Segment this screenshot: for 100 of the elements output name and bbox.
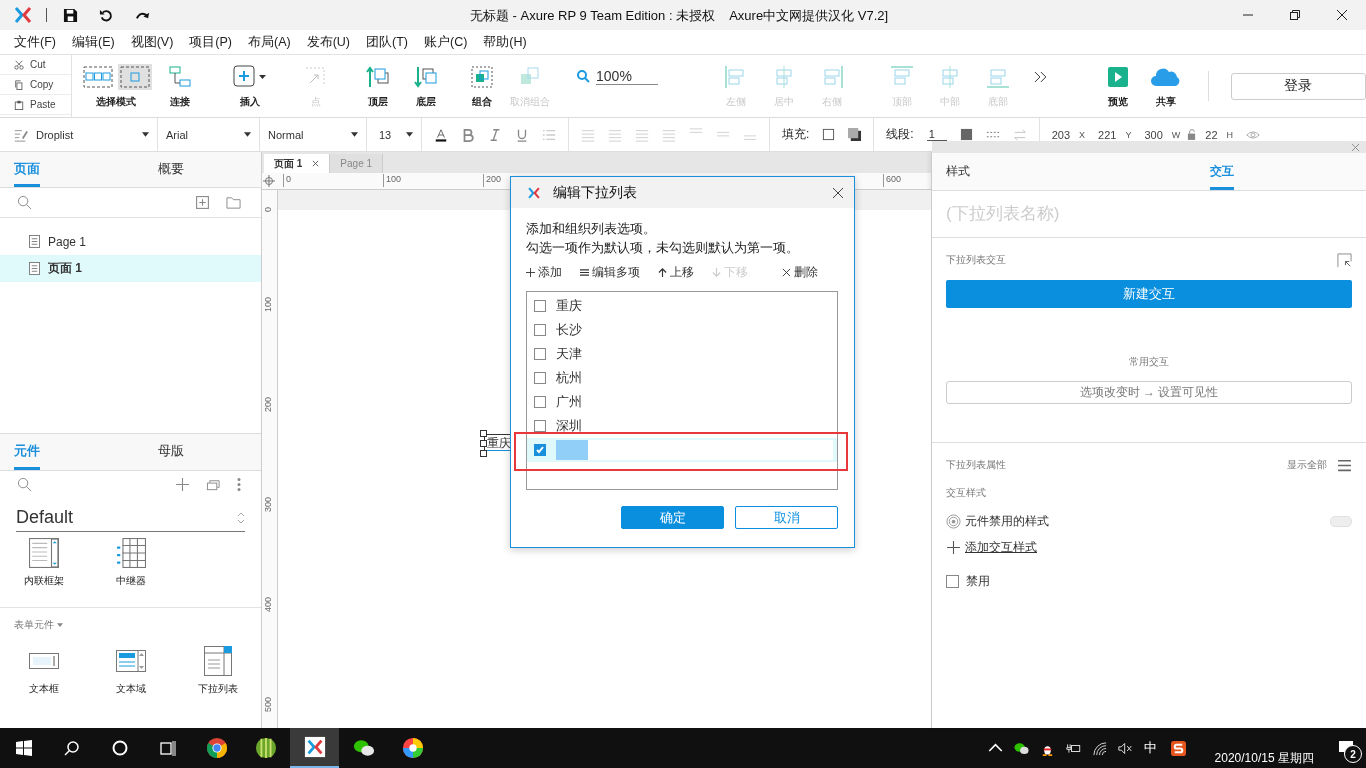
panel-tab[interactable]: 母版	[144, 434, 198, 470]
multi-box-select-icon[interactable]	[80, 63, 115, 90]
font-style-dropdown[interactable]: Normal	[268, 128, 343, 141]
option-checkbox[interactable]	[534, 420, 546, 432]
menu-item[interactable]: 文件(F)	[14, 33, 56, 51]
list-action-button[interactable]: 删除	[782, 264, 818, 281]
common-interaction-button[interactable]: 选项改变时 → 设置可见性	[946, 381, 1352, 404]
box-select-icon[interactable]	[117, 63, 152, 90]
option-checkbox[interactable]	[534, 372, 546, 384]
menu-item[interactable]: 账户(C)	[424, 33, 468, 51]
option-text[interactable]: 天津	[556, 345, 582, 363]
line-color-swatch[interactable]	[959, 128, 973, 141]
add-icon[interactable]	[946, 539, 961, 555]
toolbar-button[interactable]: 组合	[462, 63, 503, 109]
library-icon[interactable]	[206, 477, 221, 493]
toolbar-button[interactable]: 底层	[406, 63, 447, 109]
menu-item[interactable]: 发布(U)	[306, 33, 350, 51]
toolbar-button[interactable]: 连接	[160, 63, 201, 109]
add-page-icon[interactable]	[195, 195, 210, 211]
windows-start-icon[interactable]	[16, 740, 32, 756]
folder-icon[interactable]	[226, 195, 241, 211]
s-logo-icon[interactable]	[1170, 740, 1186, 756]
font-size-dropdown[interactable]: 13	[379, 128, 398, 141]
geometry-field[interactable]: 22	[1205, 128, 1218, 141]
notification-button[interactable]: 2	[1326, 728, 1366, 768]
geometry-field[interactable]: 300	[1144, 128, 1163, 141]
more-options-icon[interactable]	[237, 477, 241, 493]
task-view-icon[interactable]	[160, 740, 176, 756]
wifi-icon[interactable]	[1091, 740, 1107, 756]
geometry-field[interactable]: 203	[1051, 128, 1071, 141]
page-item[interactable]: Page 1	[0, 228, 261, 256]
document-tab[interactable]: 页面 1	[264, 154, 331, 173]
restore-icon[interactable]	[1289, 9, 1301, 21]
chat-bubbles-icon[interactable]	[1013, 740, 1029, 756]
option-input[interactable]	[556, 440, 833, 460]
fill-color-swatch[interactable]	[822, 128, 836, 141]
font-dropdown[interactable]: Arial	[166, 128, 236, 141]
toolbar-button[interactable]: 插入	[230, 63, 271, 109]
search-icon[interactable]	[64, 740, 80, 756]
option-text[interactable]: 杭州	[556, 369, 582, 387]
cancel-button[interactable]: 取消	[735, 506, 838, 529]
option-checkbox[interactable]	[534, 348, 546, 360]
menu-item[interactable]: 编辑(E)	[71, 33, 115, 51]
login-button[interactable]: 登录	[1230, 72, 1366, 100]
taskbar-date[interactable]: 2020/10/15 星期四	[1214, 749, 1314, 767]
list-action-button[interactable]: 编辑多项	[580, 264, 640, 281]
toggle-switch[interactable]	[1330, 515, 1352, 527]
option-text[interactable]: 深圳	[556, 417, 582, 435]
close-icon[interactable]	[1336, 9, 1348, 21]
add-icon[interactable]	[175, 477, 190, 493]
close-icon[interactable]	[832, 186, 844, 199]
cortana-icon[interactable]	[112, 740, 128, 756]
option-checkbox[interactable]	[534, 444, 546, 456]
toolbar-button[interactable]: 共享	[1145, 63, 1186, 109]
clipboard-button[interactable]: Paste	[0, 95, 72, 115]
collapse-icon[interactable]	[1337, 252, 1352, 268]
toolbar-button[interactable]: 预览	[1097, 63, 1138, 109]
page-item[interactable]: 页面 1	[0, 255, 261, 283]
widget-type-dropdown[interactable]: Droplist	[36, 128, 134, 141]
menu-item[interactable]: 团队(T)	[366, 33, 408, 51]
menu-item[interactable]: 视图(V)	[130, 33, 174, 51]
section-heading[interactable]: 表单元件	[14, 617, 54, 632]
underline-icon[interactable]	[515, 127, 529, 142]
inline-frame-icon[interactable]	[28, 538, 59, 569]
new-interaction-button[interactable]: 新建交互	[946, 280, 1352, 308]
menu-item[interactable]: 帮助(H)	[483, 33, 527, 51]
undo-icon[interactable]	[99, 7, 114, 23]
list-action-button[interactable]: 上移	[658, 264, 694, 281]
lock-icon[interactable]	[1187, 129, 1197, 140]
option-checkbox[interactable]	[534, 396, 546, 408]
clipboard-button[interactable]: Cut	[0, 55, 72, 75]
input-method-indicator[interactable]: 中	[1143, 739, 1157, 757]
panel-tab[interactable]: 概要	[144, 152, 198, 188]
style-name[interactable]: 元件禁用的样式	[965, 512, 1326, 530]
clipboard-button[interactable]: Copy	[0, 75, 72, 95]
option-checkbox[interactable]	[534, 300, 546, 312]
show-all-link[interactable]: 显示全部	[1287, 458, 1327, 472]
shadow-swatch[interactable]	[848, 128, 862, 141]
library-dropdown[interactable]: Default	[16, 507, 237, 529]
save-icon[interactable]	[63, 7, 78, 23]
list-action-button[interactable]: 添加	[526, 264, 562, 281]
text-color-icon[interactable]	[434, 127, 448, 142]
spinner-icon[interactable]	[237, 510, 245, 525]
inspector-tab[interactable]: 样式	[932, 153, 984, 190]
menu-item[interactable]: 布局(A)	[248, 33, 291, 51]
geometry-field[interactable]: 221	[1098, 128, 1117, 141]
menu-item[interactable]: 项目(P)	[189, 33, 232, 51]
taskbar-app[interactable]	[290, 728, 339, 768]
toolbar-button[interactable]: 选择模式	[80, 63, 153, 109]
more-icon[interactable]	[1034, 71, 1048, 83]
menu-icon[interactable]	[1337, 457, 1352, 473]
bold-icon[interactable]	[461, 127, 475, 142]
zoom-dropdown[interactable]: 100%	[596, 67, 659, 85]
add-style-link[interactable]: 添加交互样式	[965, 538, 1037, 556]
repeater-icon[interactable]	[115, 538, 146, 569]
dropdown-list-icon[interactable]	[202, 645, 233, 676]
option-checkbox[interactable]	[534, 324, 546, 336]
ok-button[interactable]: 确定	[621, 506, 724, 529]
muted-speaker-icon[interactable]	[1117, 740, 1133, 756]
italic-icon[interactable]	[488, 127, 502, 142]
